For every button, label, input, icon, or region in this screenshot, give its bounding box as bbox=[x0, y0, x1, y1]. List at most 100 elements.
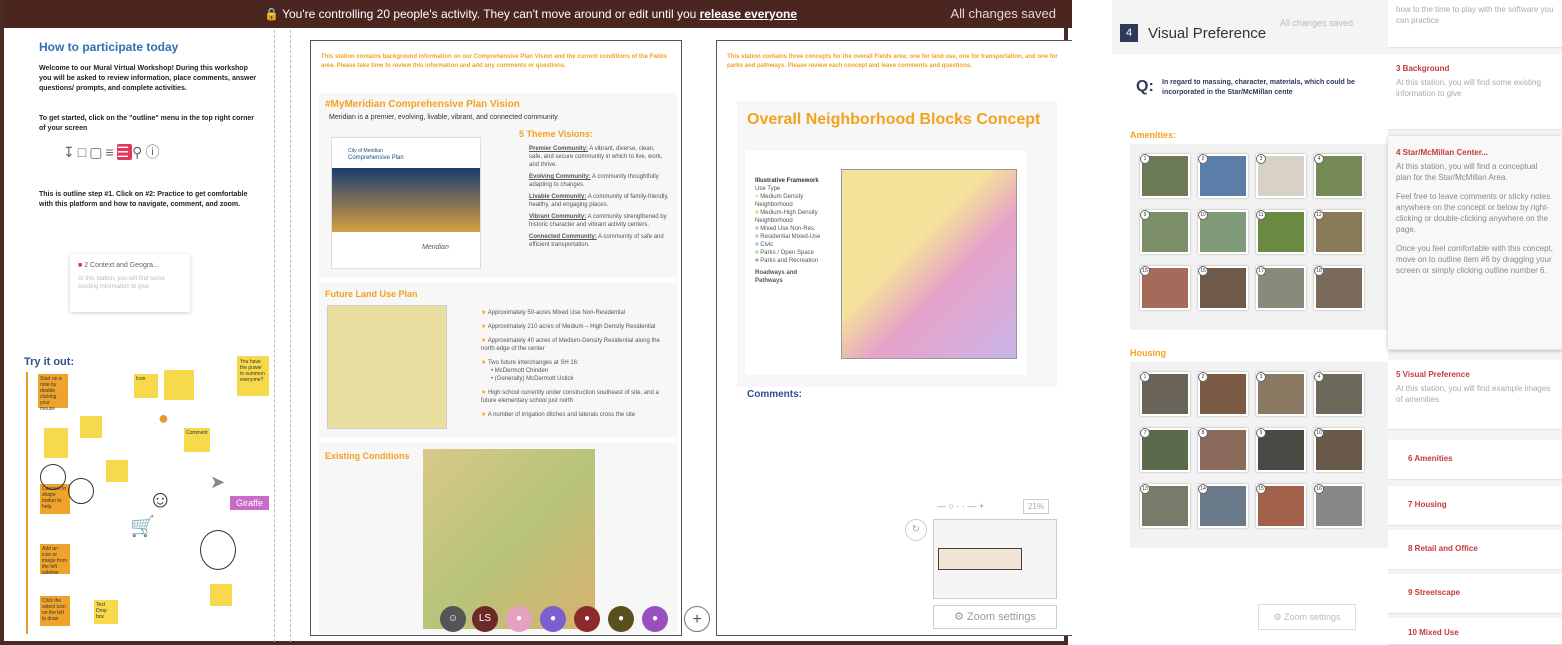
sticky-power[interactable]: You have the power to summon everyone? bbox=[237, 356, 269, 396]
howto-title: How to participate today bbox=[39, 40, 179, 54]
concept-plan bbox=[841, 169, 1017, 359]
started-text: To get started, click on the "outline" m… bbox=[39, 115, 254, 132]
vision-title: #MyMeridian Comprehensive Plan Vision bbox=[325, 99, 520, 110]
circle-shape-2[interactable] bbox=[40, 464, 66, 490]
comment-icon: ▢ bbox=[89, 144, 106, 160]
avatar-deer[interactable]: ● bbox=[574, 606, 600, 632]
control-message: 🔒 You're controlling 20 people's activit… bbox=[264, 7, 798, 21]
scribble-shape[interactable] bbox=[200, 530, 236, 570]
welcome-text: Welcome to our Mural Virtual Workshop! D… bbox=[39, 65, 257, 92]
sticky-icon[interactable]: Icon bbox=[134, 374, 158, 398]
outline-icon[interactable]: ☰ bbox=[116, 144, 133, 160]
add-collaborator-button[interactable]: + bbox=[684, 606, 710, 632]
amenities-label: Amenities: bbox=[1130, 130, 1177, 140]
zoom-settings-button[interactable]: ⚙ Zoom settings bbox=[933, 605, 1057, 629]
reset-view-icon[interactable]: ↻ bbox=[905, 519, 927, 541]
giraffe-cursor-label: Giraffe bbox=[230, 496, 269, 510]
outline-item-9[interactable]: 9 Streetscape bbox=[1388, 574, 1562, 614]
release-everyone-link[interactable]: release everyone bbox=[700, 7, 797, 21]
sticky-c[interactable] bbox=[106, 460, 128, 482]
sticky-blank[interactable] bbox=[164, 370, 194, 400]
outline-item-4[interactable]: 4 Star/McMillan Center... At this statio… bbox=[1388, 136, 1562, 350]
divider bbox=[274, 30, 275, 642]
avatar-lion[interactable]: ● bbox=[540, 606, 566, 632]
concepts-frame[interactable]: This station contains three concepts for… bbox=[716, 40, 1072, 636]
cursor-icon: ➤ bbox=[210, 472, 226, 492]
landuse-list: ★ Approximately 50-acres Mixed Use Non-R… bbox=[481, 310, 660, 418]
try-it-title: Try it out: bbox=[24, 356, 75, 368]
save-status: All changes saved bbox=[950, 6, 1056, 21]
landuse-title: Future Land Use Plan bbox=[325, 289, 418, 299]
avatar-self[interactable]: ☺ bbox=[440, 606, 466, 632]
themes-title: 5 Theme Visions: bbox=[519, 129, 593, 139]
outline-item-10[interactable]: 10 Mixed Use bbox=[1388, 618, 1562, 645]
zoom-percent[interactable]: 21% bbox=[1023, 499, 1050, 514]
housing-label: Housing bbox=[1130, 348, 1166, 358]
help-icon: ⓘ bbox=[145, 144, 163, 160]
toolbar-icons: ↧□▢≡☰⚲ⓘ bbox=[63, 142, 259, 162]
meridian-logo: Meridian bbox=[422, 244, 449, 251]
howto-panel: How to participate today Welcome to our … bbox=[39, 40, 259, 210]
concept-legend: Illustrative Framework Use Type ■ Medium… bbox=[755, 178, 821, 284]
cart-icon[interactable]: 🛒 bbox=[130, 514, 155, 539]
frame2-intro: This station contains three concepts for… bbox=[727, 54, 1058, 69]
amenities-grid: 1 2 3 4 9 10 11 12 15 16 17 18 bbox=[1130, 144, 1388, 330]
outline-item-3[interactable]: 3 Background At this station, you will f… bbox=[1388, 54, 1562, 130]
existing-map bbox=[423, 449, 595, 629]
divider-2 bbox=[290, 30, 291, 642]
template-icon: □ bbox=[77, 144, 90, 160]
landuse-map bbox=[327, 305, 447, 429]
question-label: Q: bbox=[1136, 78, 1154, 95]
frame1-intro: This station contains background informa… bbox=[321, 54, 667, 69]
outline-item-6[interactable]: 6 Amenities bbox=[1388, 440, 1562, 480]
circle-shape[interactable] bbox=[68, 478, 94, 504]
visual-preference-frame[interactable]: Q: In regard to massing, character, mate… bbox=[1112, 54, 1388, 645]
themes-list: Premier Community: A vibrant, diverse, c… bbox=[529, 146, 669, 248]
avatar-gem[interactable]: ● bbox=[642, 606, 668, 632]
mural-canvas[interactable]: 🔒 You're controlling 20 people's activit… bbox=[0, 0, 1072, 645]
sticky-b[interactable] bbox=[80, 416, 102, 438]
existing-section: Existing Conditions bbox=[319, 443, 677, 633]
zoom-slider[interactable]: — ○ · · — + bbox=[937, 501, 984, 511]
vision-section: #MyMeridian Comprehensive Plan Vision Me… bbox=[319, 93, 677, 277]
smiley-icon[interactable]: ☺ bbox=[148, 486, 173, 514]
sticky-d[interactable] bbox=[210, 584, 232, 606]
outline-card[interactable]: ■ 2 Context and Geogra... At this statio… bbox=[70, 254, 190, 312]
minimap-viewport[interactable] bbox=[938, 548, 1022, 570]
search-icon: ⚲ bbox=[132, 144, 146, 160]
plan-photo bbox=[332, 168, 480, 232]
sticky-comment[interactable]: Comment bbox=[184, 428, 210, 452]
outline-item-5[interactable]: 5 Visual Preference At this station, you… bbox=[1388, 360, 1562, 430]
section-number: 4 bbox=[1120, 24, 1138, 42]
avatar-bug[interactable]: ● bbox=[608, 606, 634, 632]
sticky-a[interactable] bbox=[44, 428, 68, 458]
outline-step-text: This is outline step #1. Click on #2: Pr… bbox=[39, 191, 248, 208]
activity-icon: ≡ bbox=[105, 144, 117, 160]
section-title: Visual Preference bbox=[1148, 25, 1267, 42]
concept-title: Overall Neighborhood Blocks Concept bbox=[747, 111, 1041, 128]
outline-top: how to the time to play with the softwar… bbox=[1388, 0, 1562, 48]
plan-document: City of Meridian Comprehensive Plan Meri… bbox=[331, 137, 481, 269]
background-frame[interactable]: This station contains background informa… bbox=[310, 40, 682, 636]
minimap[interactable] bbox=[933, 519, 1057, 599]
avatar-pig[interactable]: ● bbox=[506, 606, 532, 632]
question-text: In regard to massing, character, materia… bbox=[1162, 79, 1355, 96]
sticky-select[interactable]: Click the select icon on the left to dra… bbox=[40, 596, 70, 626]
download-icon: ↧ bbox=[63, 144, 78, 160]
control-banner: 🔒 You're controlling 20 people's activit… bbox=[4, 0, 1072, 28]
concept-section: Overall Neighborhood Blocks Concept Illu… bbox=[737, 101, 1057, 387]
right-save-status: All changes saved bbox=[1280, 18, 1354, 28]
sticky-image[interactable]: Add an icon or image from the left sideb… bbox=[40, 544, 70, 576]
outline-item-7[interactable]: 7 Housing bbox=[1388, 486, 1562, 526]
outline-item-8[interactable]: 8 Retail and Office bbox=[1388, 530, 1562, 570]
sticky-text[interactable]: Text Drop box bbox=[94, 600, 118, 624]
landuse-section: Future Land Use Plan ★ Approximately 50-… bbox=[319, 283, 677, 437]
concept-map: Illustrative Framework Use Type ■ Medium… bbox=[745, 151, 1027, 375]
zoom-settings-button-2[interactable]: ⚙ Zoom settings bbox=[1258, 604, 1356, 630]
arrow-line bbox=[26, 372, 28, 634]
housing-grid: 1 2 3 4 7 8 9 10 13 14 15 16 bbox=[1130, 362, 1388, 548]
football-icon[interactable]: ● bbox=[158, 408, 169, 429]
avatar-ls[interactable]: LS bbox=[472, 606, 498, 632]
sticky-start[interactable]: Start on a note by double clicking your … bbox=[38, 374, 68, 412]
comments-label: Comments: bbox=[747, 389, 803, 400]
